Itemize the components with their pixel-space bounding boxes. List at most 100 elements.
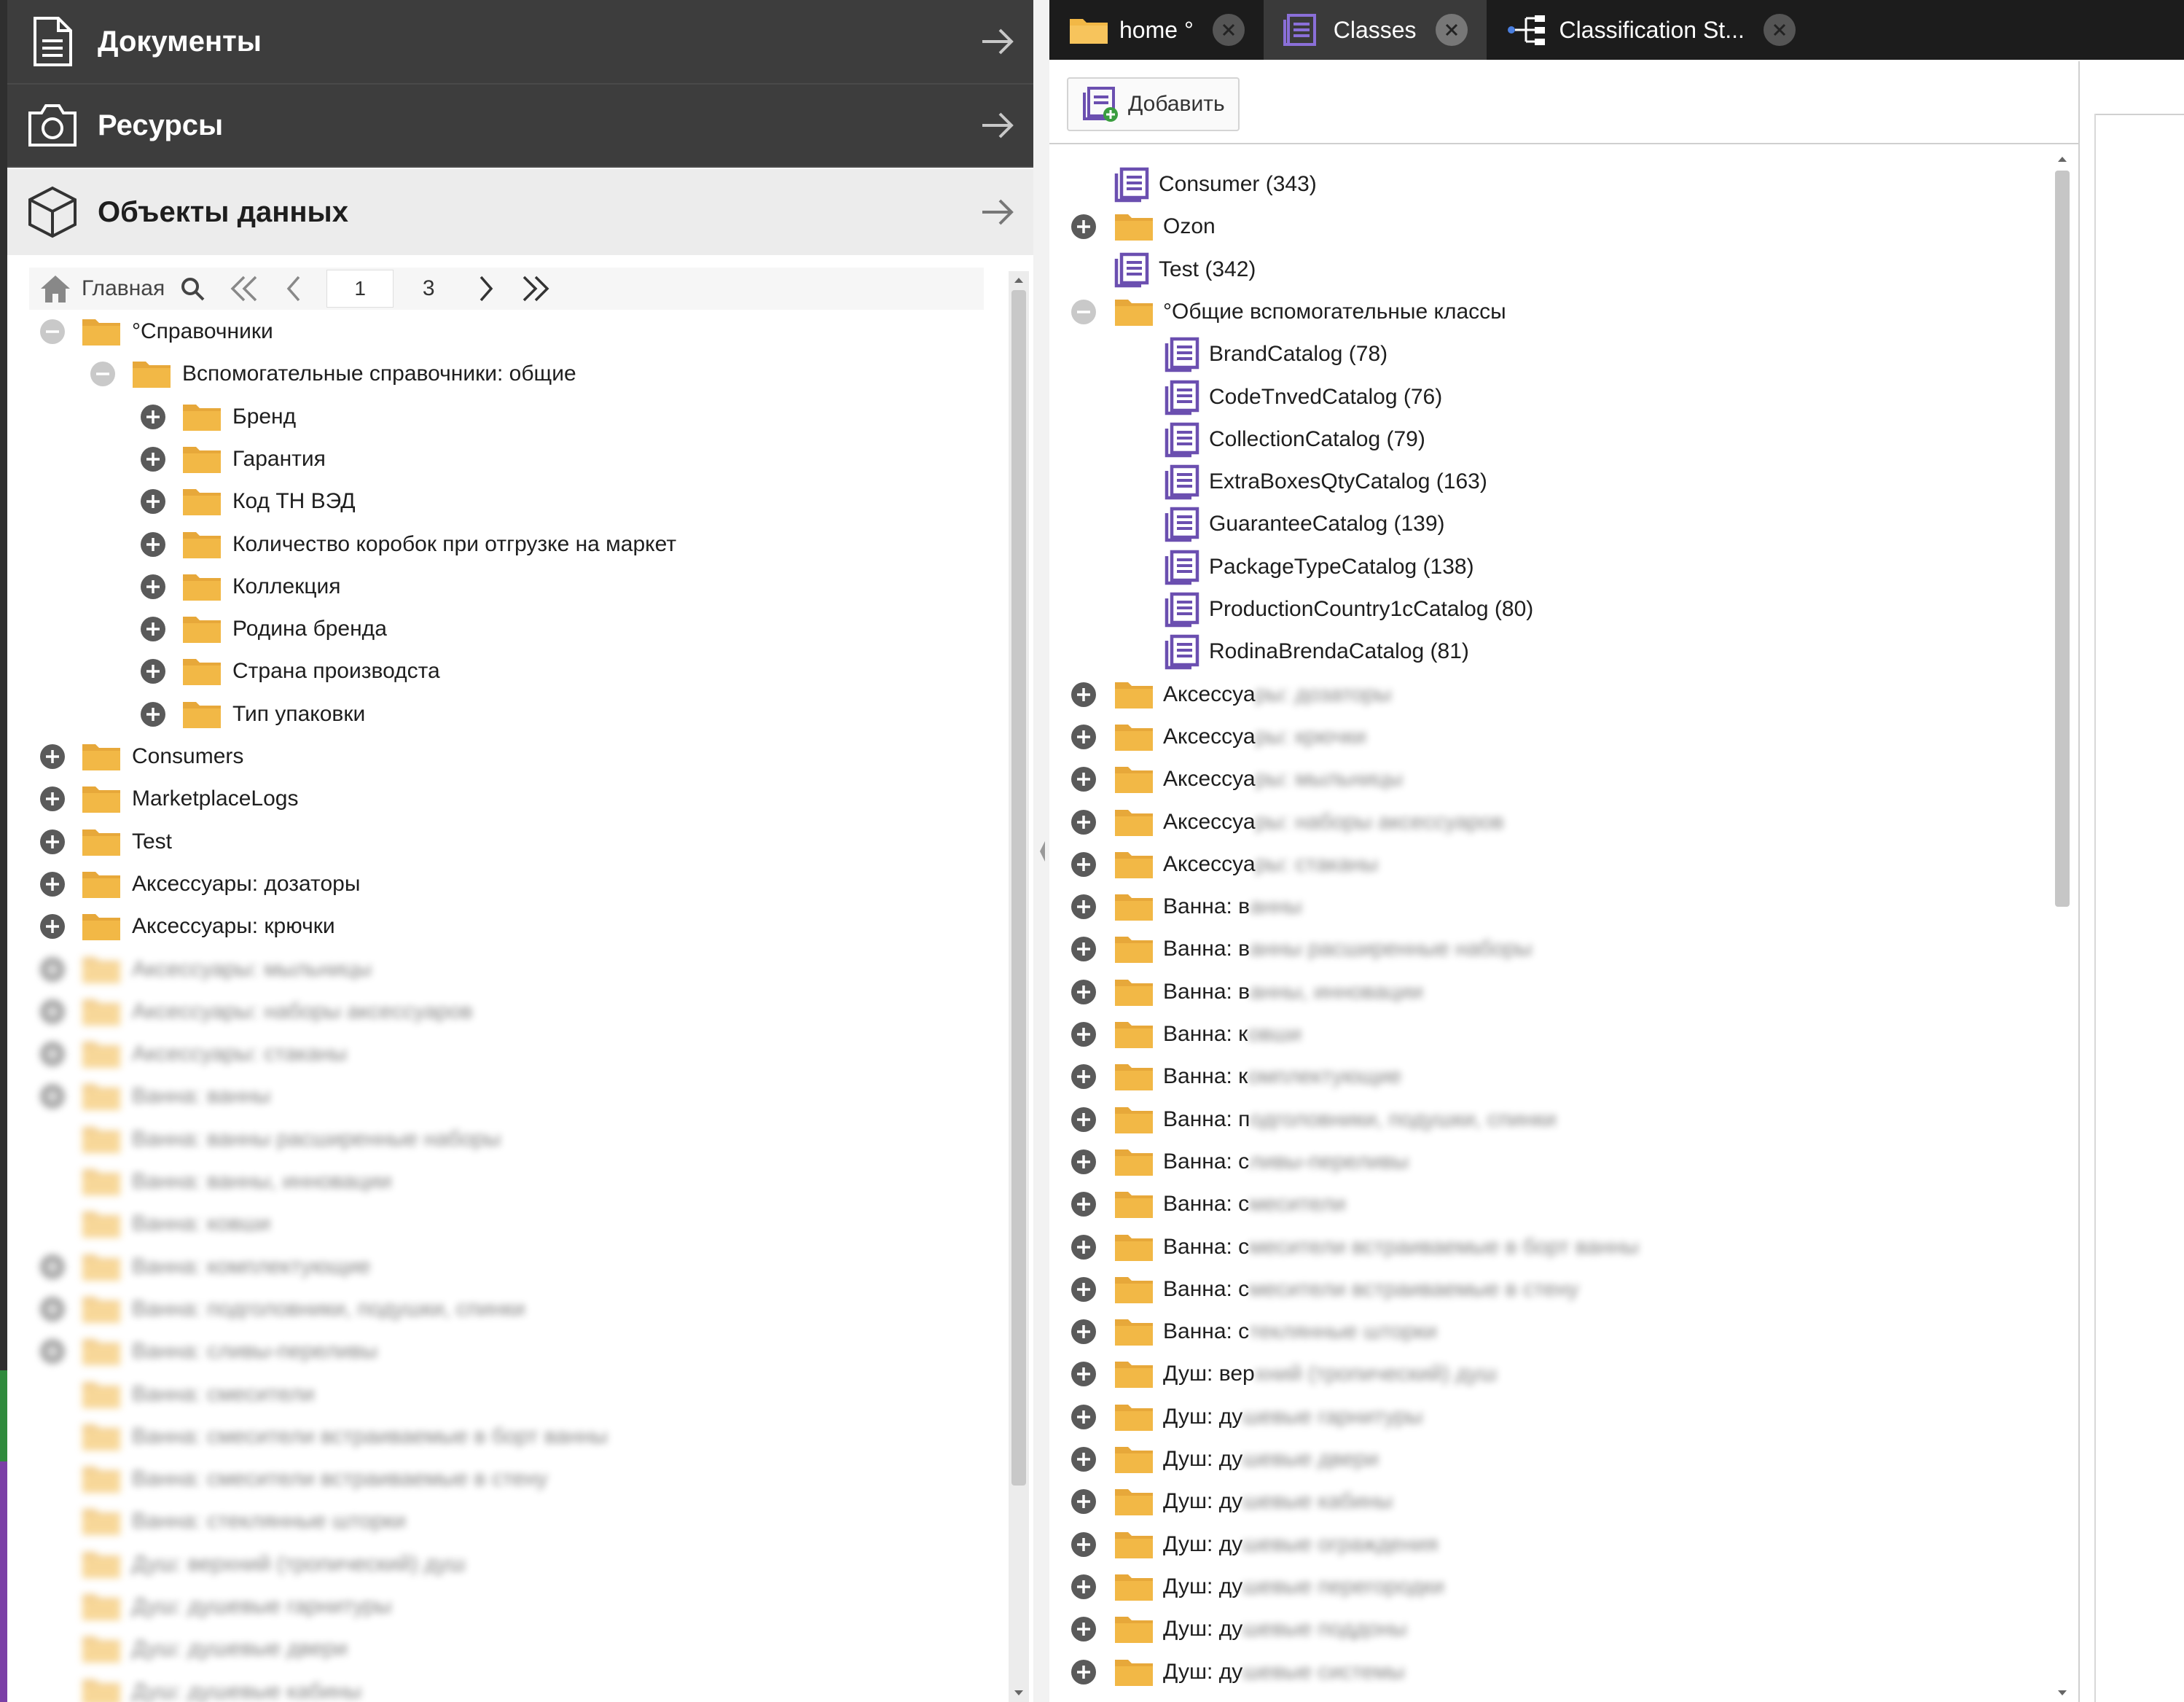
expand-icon[interactable] <box>139 573 167 601</box>
expand-icon[interactable] <box>39 998 66 1026</box>
panel-splitter[interactable] <box>1033 0 1051 1702</box>
class-item[interactable]: ProductionCountry1cCatalog (80) <box>1120 588 1533 631</box>
tree-item[interactable]: Аксессуары: наборы аксессуаров <box>39 991 473 1033</box>
expand-icon[interactable] <box>139 657 167 685</box>
class-folder-item[interactable]: Аксессуа ры: наборы аксессуаров <box>1070 801 1504 843</box>
class-folder-item[interactable]: Душ: ду шевые системы <box>1070 1651 1405 1693</box>
tab-close-classification-icon[interactable] <box>1763 14 1796 46</box>
next-page-icon[interactable] <box>465 274 507 303</box>
first-page-icon[interactable] <box>223 274 265 303</box>
class-item[interactable]: GuaranteeCatalog (139) <box>1120 503 1445 545</box>
tree-item[interactable]: Ванна: смесители встраиваемые в борт ван… <box>39 1416 608 1458</box>
expand-icon[interactable] <box>39 1082 66 1110</box>
tree-item[interactable]: Вспомогательные справочники: общие <box>89 353 576 395</box>
expand-icon[interactable] <box>1070 1190 1097 1218</box>
expand-icon[interactable] <box>139 445 167 473</box>
scroll-down-icon[interactable] <box>2056 1689 2068 1698</box>
prev-page-icon[interactable] <box>273 274 315 303</box>
tab-close-classes-icon[interactable] <box>1435 14 1468 46</box>
expand-icon[interactable] <box>39 1040 66 1068</box>
collapse-icon[interactable] <box>1070 298 1097 326</box>
expand-icon[interactable] <box>139 615 167 643</box>
class-folder-item[interactable]: Душ: вер хний (тропический) душ <box>1070 1353 1497 1395</box>
collapse-handle-icon[interactable] <box>1038 838 1046 864</box>
expand-icon[interactable] <box>1070 1360 1097 1388</box>
home-label[interactable]: Главная <box>82 276 165 301</box>
tree-item[interactable]: Душ: душевые гарнитуры <box>39 1585 391 1628</box>
class-item[interactable]: RodinaBrendaCatalog (81) <box>1120 631 1469 673</box>
expand-icon[interactable] <box>1070 1531 1097 1558</box>
class-folder-item[interactable]: Душ: ду шевые двери <box>1070 1438 1379 1480</box>
class-folder-item[interactable]: Аксессуа ры: стаканы <box>1070 843 1378 886</box>
class-folder-item[interactable]: Ванна: с месители <box>1070 1183 1346 1225</box>
add-class-button[interactable]: Добавить <box>1067 77 1240 131</box>
expand-icon[interactable] <box>1070 978 1097 1006</box>
scroll-up-icon[interactable] <box>1013 276 1025 284</box>
expand-icon[interactable] <box>1070 935 1097 963</box>
last-page-icon[interactable] <box>514 274 557 303</box>
collapse-icon[interactable] <box>39 318 66 346</box>
expand-icon[interactable] <box>39 956 66 983</box>
class-folder-item[interactable]: Ванна: п одголовники, подушки, спинки <box>1070 1098 1556 1141</box>
expand-icon[interactable] <box>1070 808 1097 836</box>
tree-item[interactable]: Бренд <box>139 396 296 438</box>
tree-item[interactable]: Аксессуары: стаканы <box>39 1033 347 1075</box>
tree-item[interactable]: Аксессуары: дозаторы <box>39 863 360 905</box>
expand-icon[interactable] <box>1070 1615 1097 1643</box>
class-folder-item[interactable]: Ванна: с месители встраиваемые в борт ван… <box>1070 1226 1639 1268</box>
tree-item[interactable]: Ванна: смесители встраиваемые в стену <box>39 1458 548 1500</box>
class-folder-item[interactable]: Аксессуа ры: крючки <box>1070 716 1366 758</box>
expand-icon[interactable] <box>1070 213 1097 241</box>
tree-item[interactable]: Душ: душевые кабины <box>39 1671 361 1702</box>
expand-icon[interactable] <box>1070 1020 1097 1048</box>
search-icon[interactable] <box>175 276 210 302</box>
expand-icon[interactable] <box>1070 1445 1097 1473</box>
tab-home[interactable]: home ° <box>1049 0 1264 60</box>
class-folder-item[interactable]: Ванна: в анны <box>1070 886 1302 928</box>
left-tree-scrollbar[interactable] <box>1009 271 1029 1702</box>
expand-icon[interactable] <box>1070 1488 1097 1515</box>
tab-close-home-icon[interactable] <box>1212 14 1245 46</box>
class-folder-item[interactable]: Ozon <box>1070 206 1216 248</box>
accordion-data-objects[interactable]: Объекты данных <box>7 169 1033 255</box>
right-tree-scrollbar[interactable] <box>2052 150 2073 1702</box>
expand-icon[interactable] <box>1070 851 1097 878</box>
expand-icon[interactable] <box>39 1253 66 1281</box>
tree-item[interactable]: Ванна: ковши <box>39 1203 270 1245</box>
scroll-down-icon[interactable] <box>1013 1689 1025 1698</box>
tree-item[interactable]: Код ТН ВЭД <box>139 480 356 523</box>
class-folder-item[interactable]: Ванна: с теклянные шторки <box>1070 1311 1437 1353</box>
expand-icon[interactable] <box>1070 1148 1097 1176</box>
expand-icon[interactable] <box>139 403 167 431</box>
tab-classification-store[interactable]: Classification St... <box>1487 0 1815 60</box>
scroll-up-icon[interactable] <box>2056 155 2068 163</box>
expand-icon[interactable] <box>39 1338 66 1365</box>
expand-icon[interactable] <box>39 743 66 770</box>
tree-item[interactable]: Аксессуары: мыльницы <box>39 948 372 991</box>
class-folder-item[interactable]: Ванна: к омплектующие <box>1070 1055 1401 1098</box>
tree-item[interactable]: Аксессуары: крючки <box>39 905 335 948</box>
class-item[interactable]: Test (342) <box>1070 249 1256 291</box>
expand-icon[interactable] <box>39 828 66 856</box>
expand-icon[interactable] <box>1070 1573 1097 1601</box>
class-item[interactable]: BrandCatalog (78) <box>1120 333 1387 375</box>
class-folder-item[interactable]: Душ: ду шевые кабины <box>1070 1480 1393 1523</box>
class-folder-item[interactable]: Душ: ду шевые ограждения <box>1070 1523 1438 1566</box>
class-folder-item[interactable]: Ванна: в анны, инновации <box>1070 971 1423 1013</box>
tree-item[interactable]: Consumers <box>39 735 243 778</box>
collapse-icon[interactable] <box>89 360 117 388</box>
expand-icon[interactable] <box>1070 1318 1097 1346</box>
tab-classes[interactable]: Classes <box>1263 0 1487 60</box>
expand-icon[interactable] <box>1070 723 1097 751</box>
tree-item[interactable]: Страна производста <box>139 650 440 692</box>
tree-item[interactable]: Ванна: ванны расширенные наборы <box>39 1118 501 1160</box>
expand-icon[interactable] <box>39 1295 66 1323</box>
accordion-documents[interactable]: Документы <box>7 0 1033 85</box>
expand-icon[interactable] <box>1070 1063 1097 1090</box>
tree-item[interactable]: Test <box>39 821 172 863</box>
arrow-right-icon[interactable] <box>975 104 1019 147</box>
tree-item[interactable]: Ванна: сливы-переливы <box>39 1330 377 1373</box>
expand-icon[interactable] <box>139 488 167 515</box>
page-input[interactable]: 1 <box>326 270 394 308</box>
tree-item[interactable]: Ванна: подголовники, подушки, спинки <box>39 1288 525 1330</box>
